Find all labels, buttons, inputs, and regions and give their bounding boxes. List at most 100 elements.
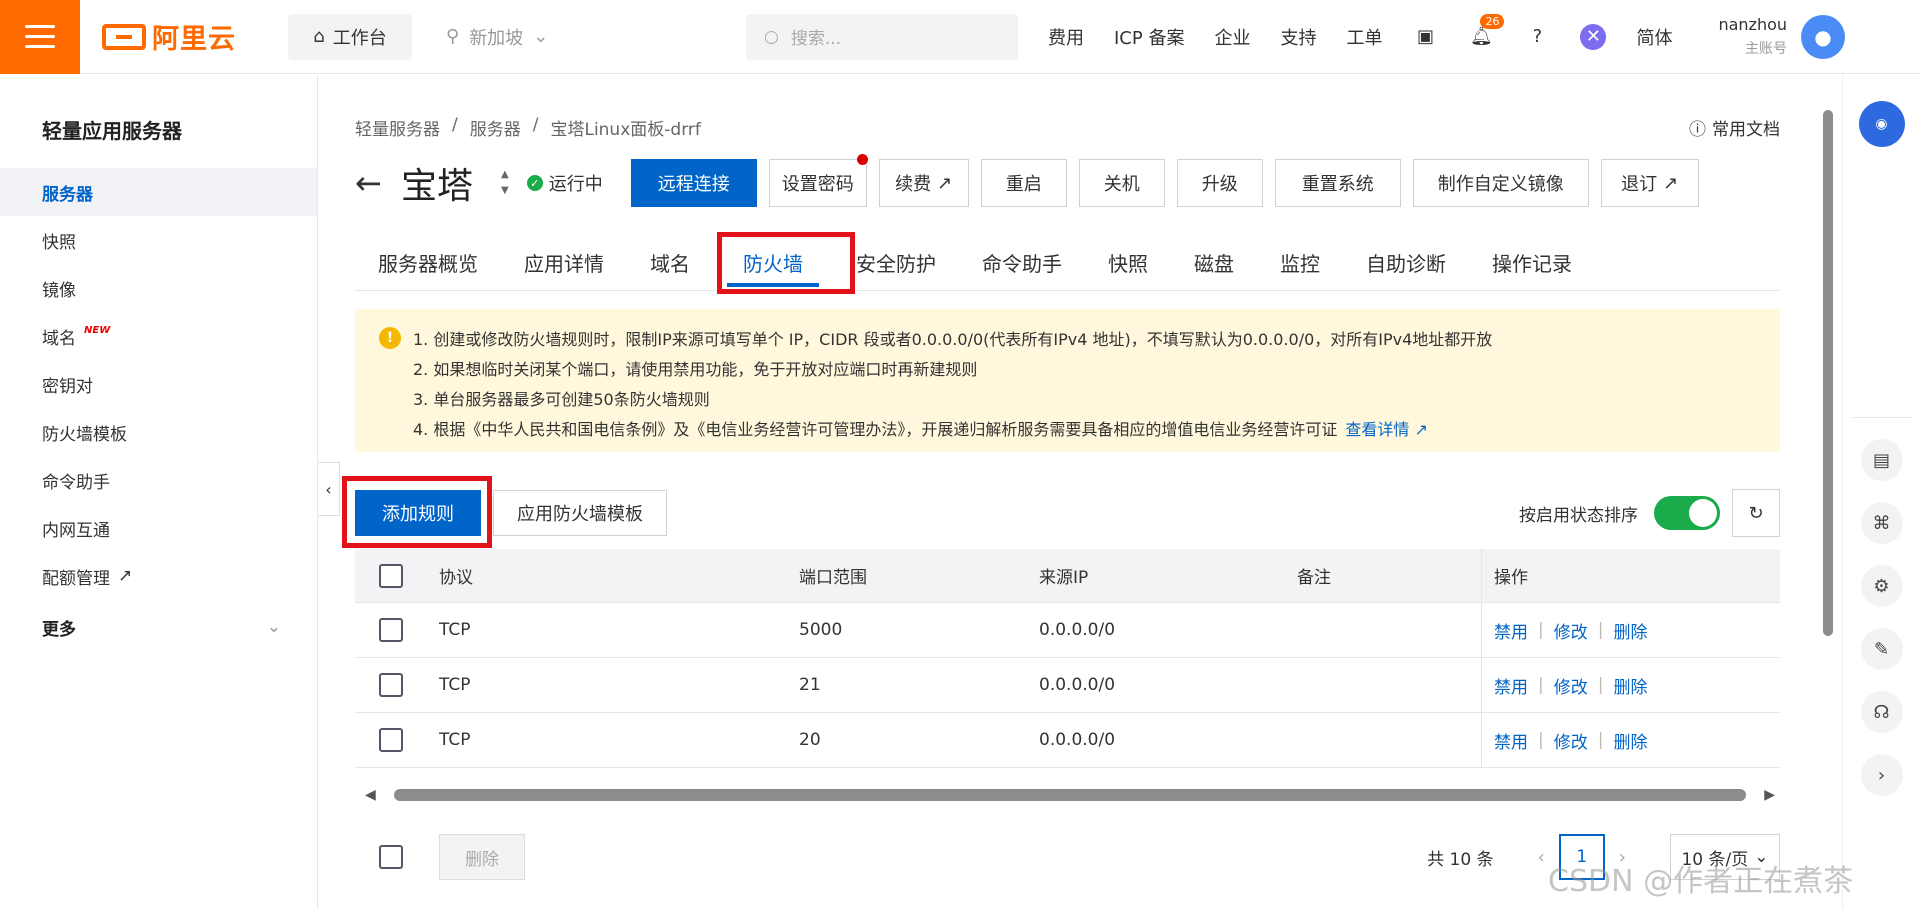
headset-icon[interactable]: ☊	[1860, 691, 1903, 733]
tab-domain[interactable]: 域名	[627, 235, 713, 291]
sidebar-item-quota[interactable]: 配额管理 ↗	[0, 552, 317, 600]
cell-actions: 禁用 | 修改 | 删除	[1481, 713, 1780, 767]
edit-link[interactable]: 修改	[1554, 618, 1588, 643]
remote-connect-button[interactable]: 远程连接	[630, 159, 757, 207]
nav-link-support[interactable]: 支持	[1280, 24, 1316, 50]
scroll-right-arrow-icon[interactable]: ▶	[1764, 787, 1775, 803]
sidebar-item-firewall-templates[interactable]: 防火墙模板	[0, 408, 317, 456]
tab-disks[interactable]: 磁盘	[1171, 235, 1257, 291]
edit-icon[interactable]: ✎	[1860, 628, 1903, 670]
tab-self-diagnosis[interactable]: 自助诊断	[1343, 235, 1469, 291]
logo-mark-icon	[102, 23, 146, 50]
separator: |	[1538, 620, 1544, 640]
sidebar-item-domains[interactable]: 域名 NEW	[0, 312, 317, 360]
sidebar-item-keypairs[interactable]: 密钥对	[0, 360, 317, 408]
disable-link[interactable]: 禁用	[1494, 728, 1528, 753]
disable-link[interactable]: 禁用	[1494, 618, 1528, 643]
terminal-icon[interactable]: ▣	[1412, 24, 1438, 50]
unsubscribe-button[interactable]: 退订 ↗	[1600, 159, 1699, 207]
tab-label: 域名	[650, 252, 690, 276]
delete-link[interactable]: 删除	[1613, 673, 1647, 698]
sidebar-collapse-button[interactable]: ‹	[318, 462, 340, 516]
help-icon[interactable]: ?	[1524, 24, 1550, 50]
region-selector[interactable]: ⚲ 新加坡 ⌄	[446, 24, 716, 50]
set-password-button[interactable]: 设置密码	[768, 154, 868, 207]
gear-icon[interactable]: ⚙	[1860, 565, 1903, 607]
avatar[interactable]: ●	[1801, 14, 1846, 59]
breadcrumb-separator: /	[532, 115, 539, 135]
refresh-button[interactable]: ↻	[1732, 489, 1780, 537]
notice-line: 1. 创建或修改防火墙规则时，限制IP来源可填写单个 IP，CIDR 段或者0.…	[413, 330, 1493, 349]
scrollbar-thumb[interactable]	[1823, 110, 1833, 636]
chevron-up-icon[interactable]: ▲	[501, 167, 509, 183]
sidebar-more[interactable]: 更多 ⌄	[0, 600, 317, 654]
main-content: 轻量服务器 / 服务器 / 宝塔Linux面板-drrf ⓘ 常用文档 ← 宝塔…	[342, 75, 1780, 909]
language-switch[interactable]: 简体	[1636, 24, 1672, 50]
nav-link-enterprise[interactable]: 企业	[1214, 24, 1250, 50]
create-custom-image-button[interactable]: 制作自定义镜像	[1412, 159, 1589, 207]
nav-link-icp[interactable]: ICP 备案	[1114, 24, 1184, 50]
tab-app-details[interactable]: 应用详情	[501, 235, 627, 291]
row-checkbox[interactable]	[379, 728, 403, 752]
footer-select-all-checkbox[interactable]	[379, 845, 403, 869]
chevron-down-icon[interactable]: ▼	[501, 183, 509, 199]
upgrade-button[interactable]: 升级	[1176, 159, 1263, 207]
location-pin-icon: ⚲	[446, 26, 460, 47]
sidebar-item-snapshots[interactable]: 快照	[0, 216, 317, 264]
scroll-left-arrow-icon[interactable]: ◀	[365, 787, 376, 803]
shutdown-button[interactable]: 关机	[1078, 159, 1165, 207]
view-details-link[interactable]: 查看详情 ↗	[1345, 420, 1428, 439]
sidebar-item-servers[interactable]: 服务器	[0, 168, 317, 216]
workbench-label: 工作台	[332, 27, 387, 49]
user-info[interactable]: nanzhou 主账号	[1718, 15, 1787, 58]
button-label: 升级	[1201, 174, 1238, 195]
edit-link[interactable]: 修改	[1554, 673, 1588, 698]
sidebar-item-images[interactable]: 镜像	[0, 264, 317, 312]
row-checkbox[interactable]	[379, 618, 403, 642]
api-icon[interactable]: ⌘	[1860, 502, 1903, 544]
workbench-button[interactable]: ⌂ 工作台	[288, 13, 412, 60]
sidebar-item-intranet[interactable]: 内网互通	[0, 504, 317, 552]
back-arrow-icon[interactable]: ←	[355, 164, 401, 202]
search-input[interactable]: ○ 搜索...	[746, 13, 1018, 60]
batch-delete-button[interactable]: 删除	[439, 834, 525, 880]
document-icon[interactable]: ▤	[1860, 439, 1903, 481]
nav-link-ticket[interactable]: 工单	[1346, 24, 1382, 50]
common-docs-label: 常用文档	[1712, 120, 1780, 140]
sidebar-item-label: 服务器	[42, 184, 93, 205]
tab-command-assistant[interactable]: 命令助手	[959, 235, 1085, 291]
sidebar-item-label: 内网互通	[42, 520, 110, 541]
tab-monitoring[interactable]: 监控	[1257, 235, 1343, 291]
ai-assistant-icon[interactable]: ✕	[1580, 23, 1607, 50]
server-switch-stepper[interactable]: ▲ ▼	[501, 167, 509, 199]
robot-assistant-icon[interactable]: ◉	[1858, 101, 1905, 147]
chevron-down-icon: ⌄	[533, 26, 549, 47]
select-all-checkbox[interactable]	[379, 563, 403, 588]
page-vertical-scrollbar[interactable]	[1820, 86, 1836, 896]
tab-overview[interactable]: 服务器概览	[355, 235, 501, 291]
tab-snapshots[interactable]: 快照	[1085, 235, 1171, 291]
delete-link[interactable]: 删除	[1613, 728, 1647, 753]
bell-icon[interactable]: 🔔︎ 26	[1468, 13, 1505, 50]
edit-link[interactable]: 修改	[1554, 728, 1588, 753]
breadcrumb-item[interactable]: 轻量服务器	[355, 115, 440, 140]
reset-system-button[interactable]: 重置系统	[1274, 159, 1401, 207]
tab-operation-log[interactable]: 操作记录	[1469, 235, 1595, 291]
table-horizontal-scrollbar[interactable]: ◀ ▶	[365, 787, 1775, 803]
chevron-right-icon[interactable]: ›	[1860, 754, 1903, 796]
scrollbar-thumb[interactable]	[393, 789, 1747, 801]
prev-page-icon[interactable]: ‹	[1538, 847, 1545, 868]
row-checkbox[interactable]	[379, 673, 403, 697]
delete-link[interactable]: 删除	[1613, 618, 1647, 643]
sidebar-item-command-assistant[interactable]: 命令助手	[0, 456, 317, 504]
sort-by-status-toggle[interactable]	[1654, 496, 1720, 530]
restart-button[interactable]: 重启	[980, 159, 1067, 207]
apply-firewall-template-button[interactable]: 应用防火墙模板	[493, 490, 667, 536]
renew-button[interactable]: 续费 ↗	[878, 159, 969, 207]
breadcrumb-item[interactable]: 服务器	[470, 115, 521, 140]
common-docs-link[interactable]: ⓘ 常用文档	[1689, 115, 1780, 140]
disable-link[interactable]: 禁用	[1494, 673, 1528, 698]
nav-link-fees[interactable]: 费用	[1048, 24, 1084, 50]
aliyun-logo[interactable]: 阿里云	[102, 17, 252, 56]
hamburger-menu-button[interactable]	[0, 0, 80, 74]
